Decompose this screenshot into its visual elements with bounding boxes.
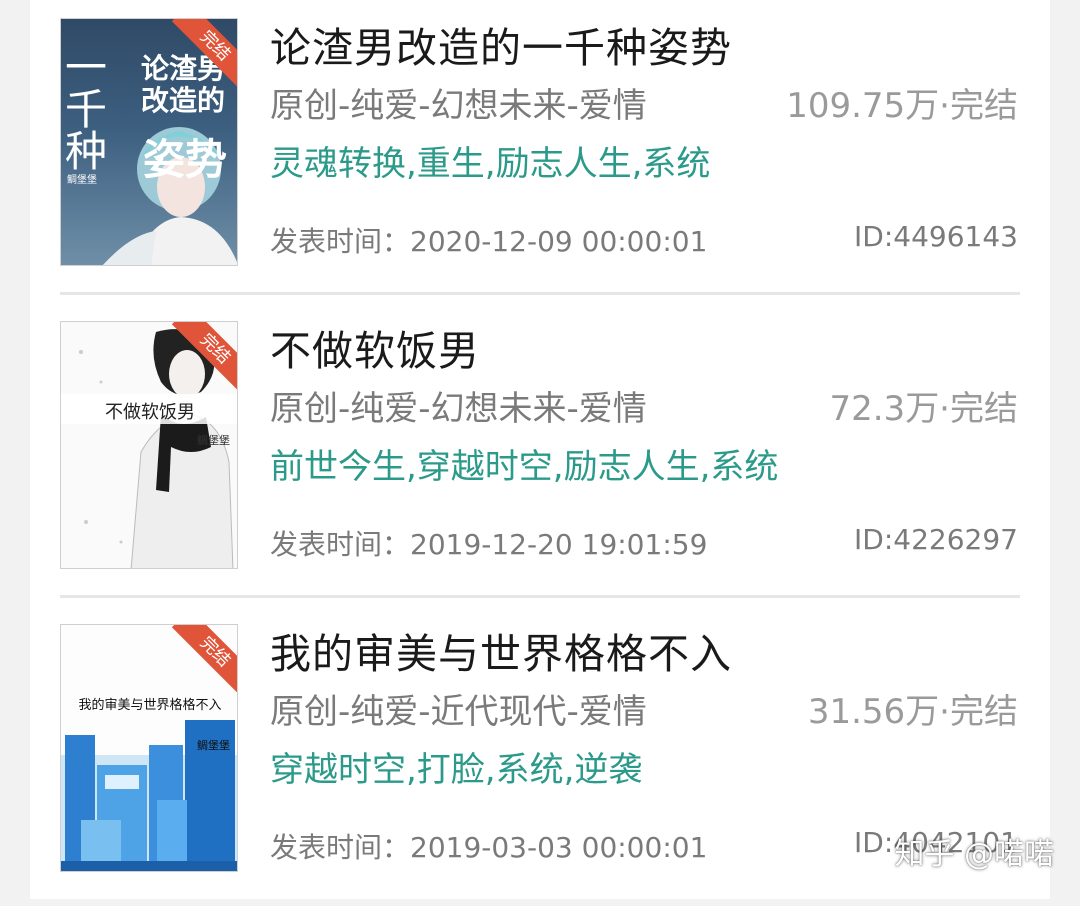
book-title[interactable]: 不做软饭男 [270, 317, 480, 377]
book-tags: 前世今生,穿越时空,励志人生,系统 [270, 447, 779, 487]
cover-title-line: 姿势 [143, 135, 228, 184]
word-count-status: 109.75万·完结 [786, 86, 1018, 126]
publish-date: 发表时间：2019-03-03 00:00:01 [270, 831, 708, 864]
book-tags: 灵魂转换,重生,励志人生,系统 [270, 144, 711, 184]
book-cover[interactable]: 我的审美与世界格格不入 鲷堡堡 完结 [60, 624, 238, 872]
word-count-status: 72.3万·完结 [829, 389, 1018, 429]
publish-date: 发表时间：2020-12-09 00:00:01 [270, 225, 708, 258]
book-category: 原创-纯爱-幻想未来-爱情 [270, 86, 647, 126]
book-title[interactable]: 我的审美与世界格格不入 [270, 620, 732, 680]
book-tags: 穿越时空,打脸,系统,逆袭 [270, 750, 643, 790]
book-cover[interactable]: 一 千 种 姿势 论渣男 改造的 鲷堡堡 完结 [60, 18, 238, 266]
cover-title-line: 种 [65, 127, 108, 176]
divider [60, 595, 1020, 598]
watermark: 知乎 @喏喏 [894, 837, 1054, 872]
cover-author: 鲷堡堡 [67, 175, 97, 186]
divider [60, 292, 1020, 295]
book-item[interactable]: 一 千 种 姿势 论渣男 改造的 鲷堡堡 完结 论渣男改造的一千种姿势 原创-纯… [30, 0, 1050, 300]
word-count-status: 31.56万·完结 [807, 692, 1018, 732]
book-cover[interactable]: 不做软饭男 鲷堡堡 完结 [60, 321, 238, 569]
book-id: ID:4496143 [854, 220, 1018, 253]
cover-author: 鲷堡堡 [197, 434, 230, 447]
cover-title-line: 千 [65, 85, 108, 134]
book-category: 原创-纯爱-近代现代-爱情 [270, 692, 647, 732]
book-title[interactable]: 论渣男改造的一千种姿势 [270, 14, 732, 74]
book-list: 一 千 种 姿势 论渣男 改造的 鲷堡堡 完结 论渣男改造的一千种姿势 原创-纯… [30, 0, 1050, 899]
publish-date: 发表时间：2019-12-20 19:01:59 [270, 528, 708, 561]
cover-author: 鲷堡堡 [197, 739, 230, 752]
cover-title: 我的审美与世界格格不入 [78, 698, 222, 713]
book-item[interactable]: 不做软饭男 鲷堡堡 完结 不做软饭男 原创-纯爱-幻想未来-爱情 72.3万·完… [30, 303, 1050, 603]
book-category: 原创-纯爱-幻想未来-爱情 [270, 389, 647, 429]
cover-subtitle-line: 改造的 [141, 84, 226, 117]
cover-title: 不做软饭男 [105, 402, 195, 423]
cover-title-line: 一 [65, 43, 108, 92]
book-id: ID:4226297 [854, 523, 1018, 556]
